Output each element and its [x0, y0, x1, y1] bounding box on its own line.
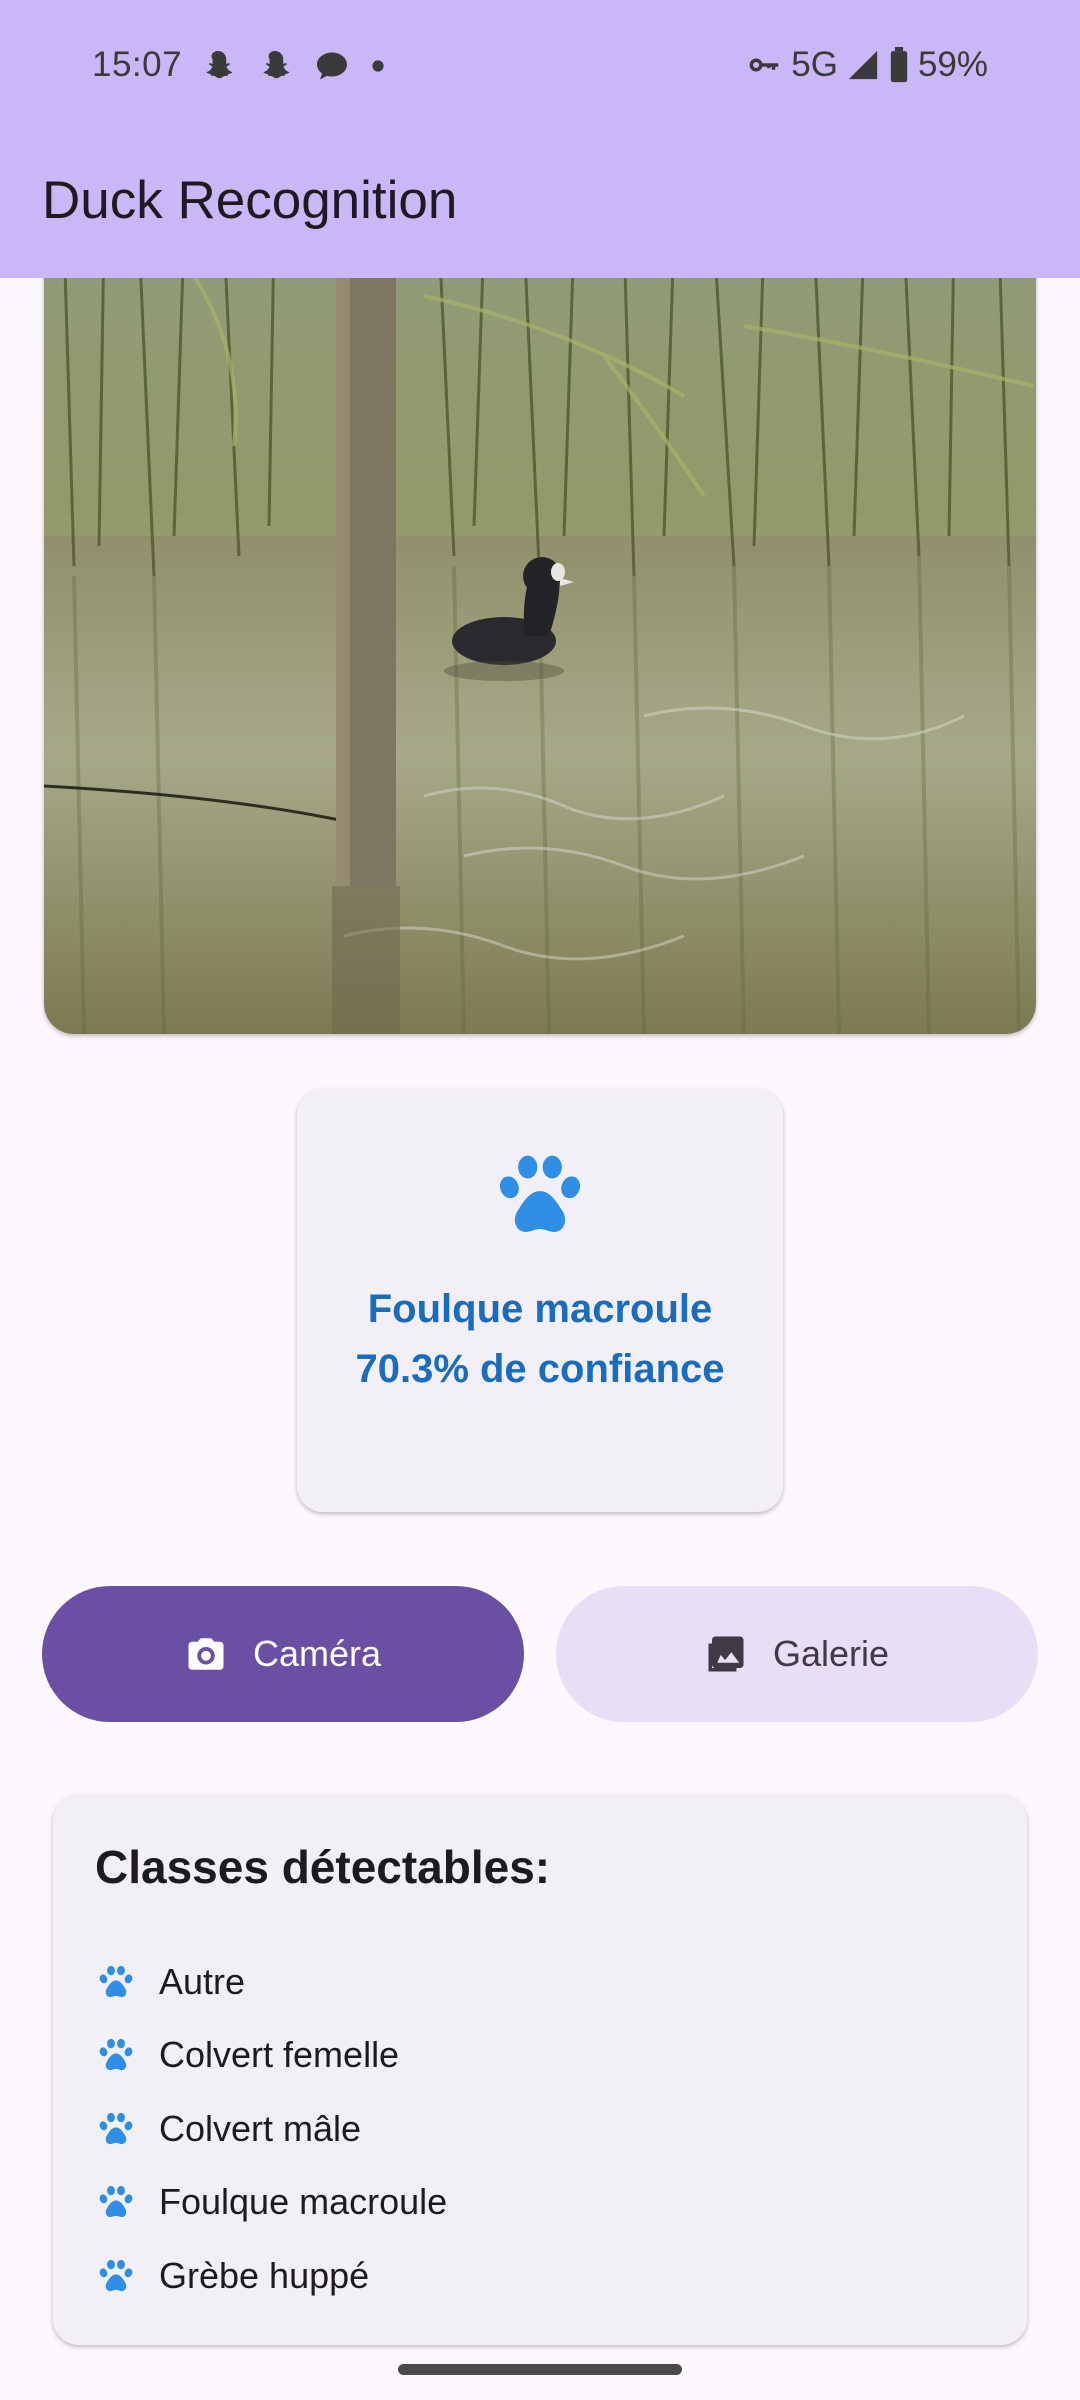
- network-type: 5G: [791, 45, 838, 84]
- camera-button[interactable]: Caméra: [42, 1586, 524, 1722]
- paw-icon: [97, 2184, 135, 2220]
- dot-icon: [371, 59, 385, 73]
- battery-icon: [888, 47, 910, 83]
- notification-icons: [200, 48, 385, 84]
- page-title: Duck Recognition: [42, 171, 458, 230]
- camera-button-label: Caméra: [252, 1633, 382, 1674]
- class-label: Grèbe huppé: [159, 2254, 370, 2296]
- gesture-navigation-bar[interactable]: [398, 2364, 682, 2375]
- list-item: Autre: [97, 1945, 447, 2019]
- top-app-bar: 15:07 5G 59% Duck Recognition: [0, 0, 1080, 278]
- captured-photo: [44, 236, 1036, 1034]
- paw-icon: [97, 1964, 135, 2000]
- result-label: Foulque macroule: [367, 1287, 713, 1331]
- gallery-button[interactable]: Galerie: [556, 1586, 1038, 1722]
- classes-title: Classes détectables:: [95, 1841, 551, 1893]
- battery-percent: 59%: [917, 45, 988, 84]
- vpn-key-icon: [745, 46, 783, 84]
- class-label: Foulque macroule: [159, 2181, 448, 2223]
- system-icons: 5G 59%: [745, 45, 988, 85]
- signal-icon: [846, 48, 880, 82]
- status-bar: 15:07 5G 59%: [0, 0, 1080, 135]
- classes-card: Classes détectables: Autre Colvert femel…: [53, 1795, 1027, 2345]
- result-text: Foulque macroule 70.3% de confiance: [297, 1279, 783, 1399]
- result-confidence: 70.3% de confiance: [355, 1347, 725, 1391]
- paw-icon: [97, 2111, 135, 2147]
- camera-icon: [185, 1633, 227, 1675]
- paw-icon: [97, 2258, 135, 2294]
- paw-icon: [494, 1151, 586, 1244]
- image-icon: [705, 1633, 747, 1675]
- list-item: Grèbe huppé: [97, 2239, 447, 2313]
- list-item: Colvert mâle: [97, 2092, 447, 2166]
- class-label: Autre: [159, 1960, 246, 2002]
- class-label: Colvert femelle: [159, 2034, 400, 2076]
- list-item: Foulque macroule: [97, 2166, 447, 2240]
- chat-bubble-icon: [314, 48, 350, 84]
- snapchat-icon: [257, 48, 293, 84]
- class-list: Autre Colvert femelle Colvert mâle Foulq…: [97, 1945, 447, 2313]
- paw-icon: [97, 2037, 135, 2073]
- list-item: Colvert femelle: [97, 2019, 447, 2093]
- result-card: Foulque macroule 70.3% de confiance: [297, 1089, 783, 1512]
- gallery-button-label: Galerie: [772, 1633, 890, 1674]
- snapchat-icon: [200, 48, 236, 84]
- class-label: Colvert mâle: [159, 2107, 362, 2149]
- app-screen: 15:07 5G 59% Duck Recognition Foulque ma…: [0, 0, 1080, 2400]
- status-time: 15:07: [92, 45, 183, 84]
